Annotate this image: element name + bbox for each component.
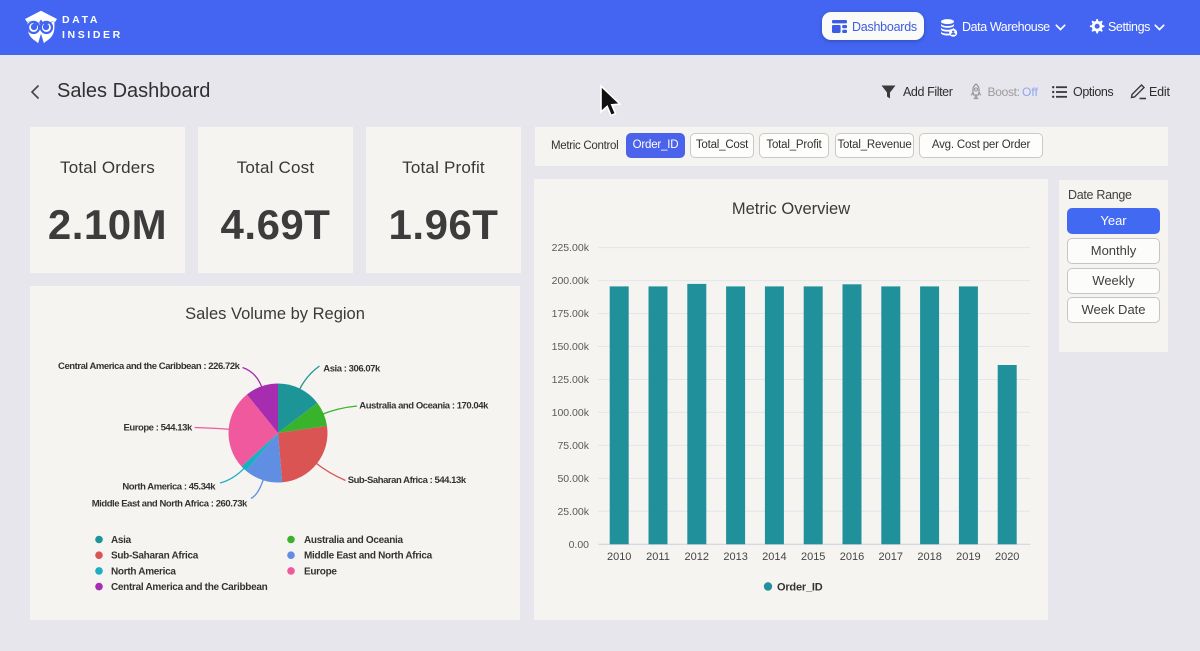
svg-text:125.00k: 125.00k xyxy=(552,374,590,386)
svg-text:Middle East and North Africa: Middle East and North Africa xyxy=(304,551,433,562)
svg-text:Sub-Saharan Africa : 544.13k: Sub-Saharan Africa : 544.13k xyxy=(348,475,467,486)
svg-text:0.00: 0.00 xyxy=(569,539,590,551)
svg-text:25.00k: 25.00k xyxy=(557,506,589,518)
svg-text:Sub-Saharan Africa: Sub-Saharan Africa xyxy=(111,551,199,562)
svg-text:225.00k: 225.00k xyxy=(552,242,590,254)
svg-text:2014: 2014 xyxy=(762,551,786,563)
svg-text:200.00k: 200.00k xyxy=(552,275,590,287)
svg-text:North America : 45.34k: North America : 45.34k xyxy=(122,481,216,492)
svg-text:Central America and the Caribb: Central America and the Caribbean xyxy=(111,582,268,593)
svg-text:2016: 2016 xyxy=(840,551,864,563)
svg-text:Australia and Oceania : 170.04: Australia and Oceania : 170.04k xyxy=(359,401,489,412)
svg-text:2012: 2012 xyxy=(685,551,709,563)
svg-text:2011: 2011 xyxy=(646,551,670,563)
svg-text:Australia and Oceania: Australia and Oceania xyxy=(304,535,403,546)
svg-text:2015: 2015 xyxy=(801,551,825,563)
svg-text:Asia : 306.07k: Asia : 306.07k xyxy=(323,364,381,375)
svg-text:2020: 2020 xyxy=(995,551,1019,563)
svg-text:North America: North America xyxy=(111,566,176,577)
svg-text:Middle East and North Africa :: Middle East and North Africa : 260.73k xyxy=(92,498,248,509)
svg-text:2018: 2018 xyxy=(917,551,941,563)
svg-text:2017: 2017 xyxy=(879,551,903,563)
svg-text:50.00k: 50.00k xyxy=(557,473,589,485)
svg-text:150.00k: 150.00k xyxy=(552,341,590,353)
svg-text:175.00k: 175.00k xyxy=(552,308,590,320)
svg-text:Europe : 544.13k: Europe : 544.13k xyxy=(123,423,192,434)
svg-text:2019: 2019 xyxy=(956,551,980,563)
svg-text:2010: 2010 xyxy=(607,551,631,563)
svg-text:Order_ID: Order_ID xyxy=(777,582,823,594)
svg-text:100.00k: 100.00k xyxy=(552,407,590,419)
svg-text:Central America and the Caribb: Central America and the Caribbean : 226.… xyxy=(58,361,241,372)
svg-text:75.00k: 75.00k xyxy=(557,440,589,452)
svg-text:2013: 2013 xyxy=(723,551,747,563)
svg-text:Asia: Asia xyxy=(111,535,132,546)
svg-text:Europe: Europe xyxy=(304,566,337,577)
